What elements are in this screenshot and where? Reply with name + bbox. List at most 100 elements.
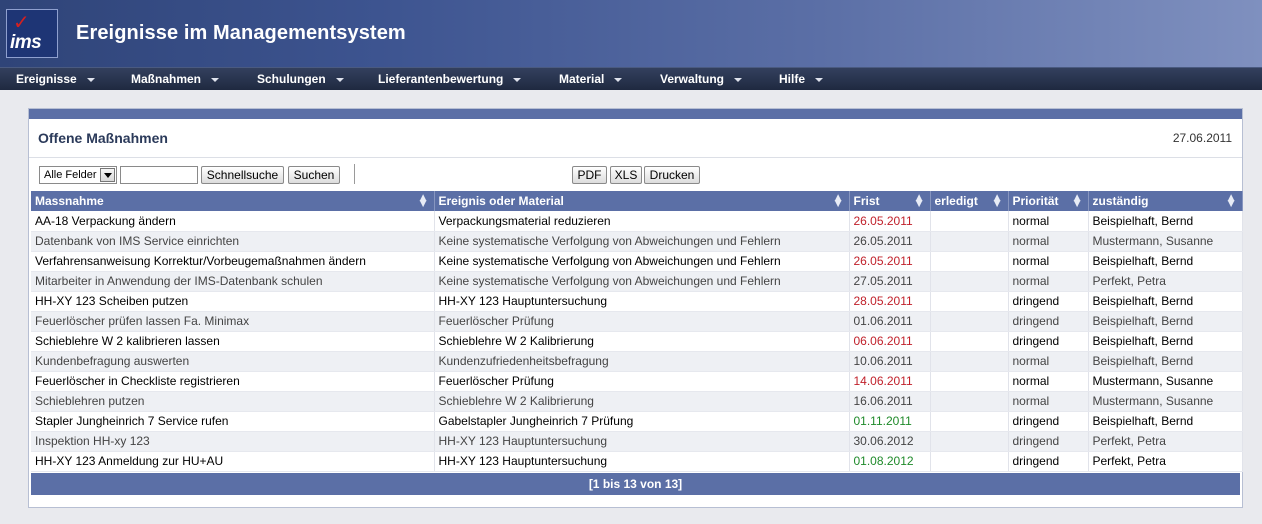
table-row[interactable]: Verfahrensanweisung Korrektur/Vorbeugema… — [31, 251, 1243, 272]
cell-frist: 01.11.2011 — [849, 411, 931, 432]
menu-lieferantenbewertung[interactable]: Lieferantenbewertung — [378, 72, 522, 86]
cell-prioritaet: normal — [1008, 251, 1089, 272]
menu-massnahmen[interactable]: Maßnahmen — [131, 72, 220, 86]
toolbar-separator — [354, 164, 355, 184]
table-row[interactable]: AA-18 Verpackung ändern Verpackungsmateri… — [31, 211, 1243, 232]
cell-zustaendig: Beispielhaft, Bernd — [1088, 311, 1243, 332]
cell-frist: 27.05.2011 — [849, 271, 931, 292]
cell-erledigt — [930, 351, 1009, 372]
divider — [29, 157, 1242, 158]
table-row[interactable]: Inspektion HH-xy 123 HH-XY 123 Hauptunter… — [31, 431, 1243, 452]
sort-icon: ▲ ▼ — [1227, 193, 1235, 209]
column-header-frist[interactable]: Frist ▲ ▼ — [849, 191, 931, 211]
cell-ereignis: Keine systematische Verfolgung von Abwei… — [434, 231, 850, 252]
cell-frist: 30.06.2012 — [849, 431, 931, 452]
column-header-prioritaet[interactable]: Priorität ▲ ▼ — [1008, 191, 1089, 211]
xls-button[interactable]: XLS — [610, 166, 642, 184]
cell-ereignis: HH-XY 123 Hauptuntersuchung — [434, 431, 850, 452]
dropdown-arrow-icon[interactable] — [100, 168, 115, 182]
cell-zustaendig: Mustermann, Susanne — [1088, 391, 1243, 412]
cell-massnahme: HH-XY 123 Anmeldung zur HU+AU — [31, 451, 435, 472]
cell-massnahme: Kundenbefragung auswerten — [31, 351, 435, 372]
cell-zustaendig: Perfekt, Petra — [1088, 431, 1243, 452]
pdf-button[interactable]: PDF — [572, 166, 607, 184]
cell-zustaendig: Beispielhaft, Bernd — [1088, 211, 1243, 232]
table-row[interactable]: Mitarbeiter in Anwendung der IMS-Datenba… — [31, 271, 1243, 292]
cell-prioritaet: normal — [1008, 271, 1089, 292]
cell-prioritaet: normal — [1008, 391, 1089, 412]
menu-verwaltung[interactable]: Verwaltung — [660, 72, 743, 86]
cell-erledigt — [930, 411, 1009, 432]
cell-massnahme: Mitarbeiter in Anwendung der IMS-Datenba… — [31, 271, 435, 292]
cell-ereignis: Gabelstapler Jungheinrich 7 Prüfung — [434, 411, 850, 432]
cell-erledigt — [930, 331, 1009, 352]
cell-prioritaet: normal — [1008, 371, 1089, 392]
cell-frist: 26.05.2011 — [849, 231, 931, 252]
cell-zustaendig: Beispielhaft, Bernd — [1088, 291, 1243, 312]
measures-table: Massnahme ▲ ▼ Ereignis oder Material ▲ ▼ Fri… — [31, 191, 1243, 472]
chevron-down-icon — [614, 77, 623, 82]
cell-massnahme: AA-18 Verpackung ändern — [31, 211, 435, 232]
cell-massnahme: Stapler Jungheinrich 7 Service rufen — [31, 411, 435, 432]
cell-zustaendig: Mustermann, Susanne — [1088, 231, 1243, 252]
cell-zustaendig: Beispielhaft, Bernd — [1088, 411, 1243, 432]
cell-erledigt — [930, 391, 1009, 412]
column-header-zustaendig[interactable]: zuständig ▲ ▼ — [1088, 191, 1243, 211]
cell-prioritaet: dringend — [1008, 431, 1089, 452]
table-row[interactable]: Kundenbefragung auswerten Kundenzufrieden… — [31, 351, 1243, 372]
table-row[interactable]: Datenbank von IMS Service einrichten Kein… — [31, 231, 1243, 252]
cell-massnahme: Schieblehren putzen — [31, 391, 435, 412]
chevron-down-icon — [211, 77, 220, 82]
chevron-down-icon — [815, 77, 824, 82]
cell-zustaendig: Beispielhaft, Bernd — [1088, 331, 1243, 352]
cell-prioritaet: dringend — [1008, 411, 1089, 432]
cell-frist: 10.06.2011 — [849, 351, 931, 372]
table-row[interactable]: HH-XY 123 Anmeldung zur HU+AU HH-XY 123 H… — [31, 451, 1243, 472]
field-select[interactable]: Alle Felder — [39, 166, 117, 184]
table-row[interactable]: Stapler Jungheinrich 7 Service rufen Gabe… — [31, 411, 1243, 432]
cell-prioritaet: normal — [1008, 211, 1089, 232]
main-menu: Ereignisse Maßnahmen Schulungen Lieferan… — [0, 67, 1262, 90]
cell-massnahme: HH-XY 123 Scheiben putzen — [31, 291, 435, 312]
cell-ereignis: Schieblehre W 2 Kalibrierung — [434, 331, 850, 352]
cell-massnahme: Schieblehre W 2 kalibrieren lassen — [31, 331, 435, 352]
cell-zustaendig: Mustermann, Susanne — [1088, 371, 1243, 392]
cell-zustaendig: Beispielhaft, Bernd — [1088, 351, 1243, 372]
cell-zustaendig: Perfekt, Petra — [1088, 451, 1243, 472]
cell-ereignis: Schieblehre W 2 Kalibrierung — [434, 391, 850, 412]
sort-icon: ▲ ▼ — [1073, 193, 1081, 209]
cell-erledigt — [930, 271, 1009, 292]
column-header-ereignis[interactable]: Ereignis oder Material ▲ ▼ — [434, 191, 850, 211]
cell-frist: 14.06.2011 — [849, 371, 931, 392]
cell-erledigt — [930, 371, 1009, 392]
menu-schulungen[interactable]: Schulungen — [257, 72, 344, 86]
column-header-massnahme[interactable]: Massnahme ▲ ▼ — [31, 191, 435, 211]
column-header-erledigt[interactable]: erledigt ▲ ▼ — [930, 191, 1009, 211]
search-input[interactable] — [120, 166, 198, 184]
cell-massnahme: Feuerlöscher in Checkliste registrieren — [31, 371, 435, 392]
cell-ereignis: Keine systematische Verfolgung von Abwei… — [434, 251, 850, 272]
ims-logo[interactable]: ✓ ims — [6, 9, 58, 58]
cell-massnahme: Datenbank von IMS Service einrichten — [31, 231, 435, 252]
menu-ereignisse[interactable]: Ereignisse — [16, 72, 95, 86]
cell-erledigt — [930, 211, 1009, 232]
cell-ereignis: Verpackungsmaterial reduzieren — [434, 211, 850, 232]
table-row[interactable]: Schieblehren putzen Schieblehre W 2 Kalib… — [31, 391, 1243, 412]
cell-prioritaet: normal — [1008, 351, 1089, 372]
table-row[interactable]: Feuerlöscher prüfen lassen Fa. Minimax Fe… — [31, 311, 1243, 332]
table-row[interactable]: Feuerlöscher in Checkliste registrieren F… — [31, 371, 1243, 392]
pagination: [1 bis 13 von 13] — [31, 473, 1240, 495]
search-button[interactable]: Suchen — [288, 166, 340, 184]
table-row[interactable]: Schieblehre W 2 kalibrieren lassen Schieb… — [31, 331, 1243, 352]
cell-frist: 26.05.2011 — [849, 251, 931, 272]
menu-material[interactable]: Material — [559, 72, 623, 86]
cell-massnahme: Feuerlöscher prüfen lassen Fa. Minimax — [31, 311, 435, 332]
table-row[interactable]: HH-XY 123 Scheiben putzen HH-XY 123 Haupt… — [31, 291, 1243, 312]
logo-text: ims — [10, 32, 42, 53]
quick-search-button[interactable]: Schnellsuche — [201, 166, 284, 184]
menu-hilfe[interactable]: Hilfe — [779, 72, 824, 86]
field-select-value: Alle Felder — [44, 169, 97, 181]
cell-zustaendig: Beispielhaft, Bernd — [1088, 251, 1243, 272]
print-button[interactable]: Drucken — [644, 166, 700, 184]
chevron-down-icon — [513, 77, 522, 82]
